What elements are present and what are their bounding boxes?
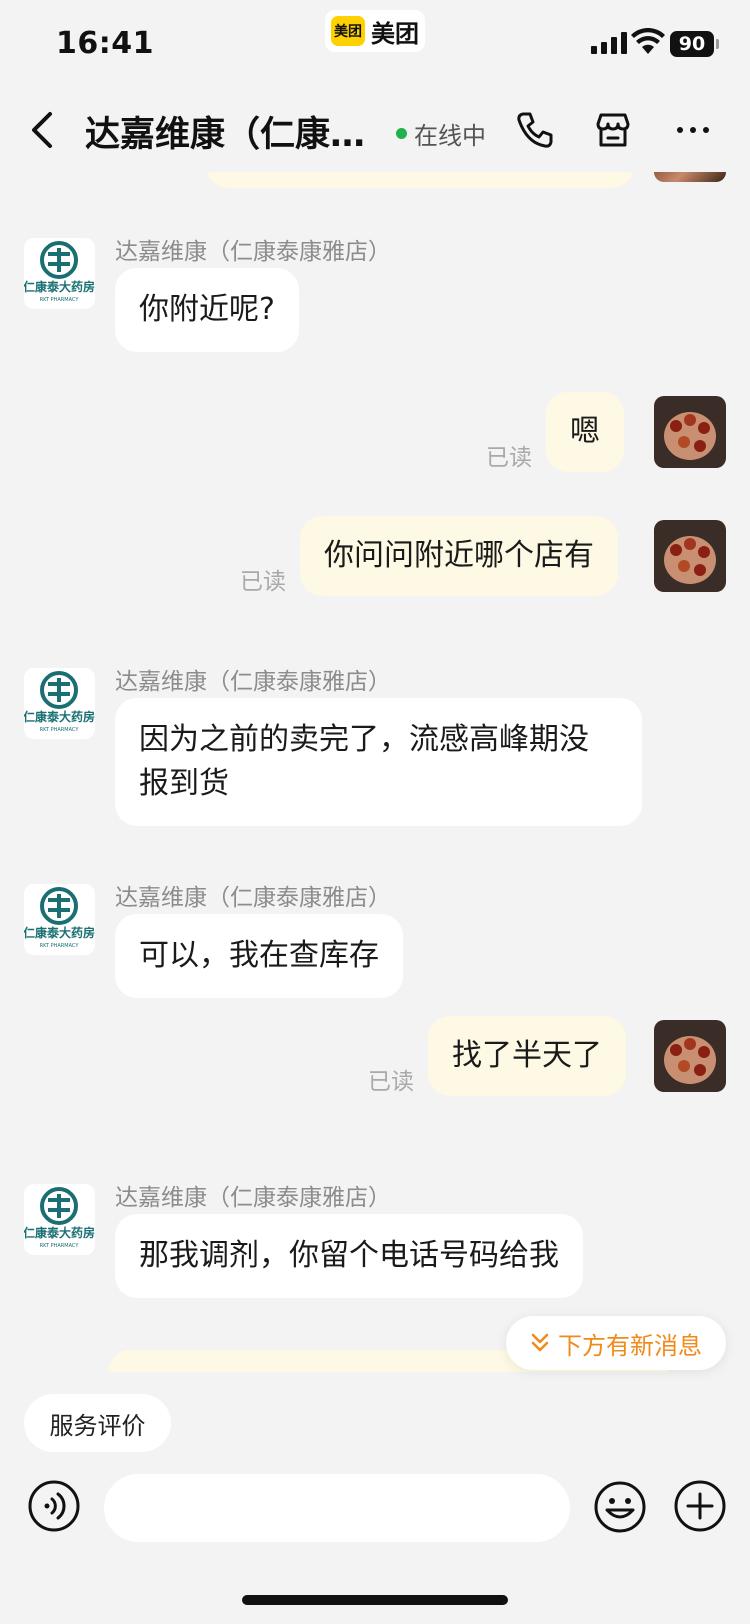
- message-bubble-user[interactable]: 找了半天了: [428, 1016, 626, 1096]
- message-input[interactable]: [104, 1474, 570, 1542]
- voice-icon[interactable]: [28, 1480, 80, 1532]
- online-dot-icon: [396, 128, 407, 139]
- back-icon[interactable]: [26, 108, 62, 152]
- shop-avatar[interactable]: 仁康泰大药房 RKT PHARMACY: [24, 668, 95, 739]
- store-icon[interactable]: [593, 110, 633, 150]
- service-rating-button[interactable]: 服务评价: [24, 1394, 171, 1452]
- cellular-signal-icon: [591, 32, 627, 54]
- shop-avatar[interactable]: 仁康泰大药房 RKT PHARMACY: [24, 1184, 95, 1255]
- user-avatar-image: [654, 396, 726, 468]
- sender-name: 达嘉维康（仁康泰康雅店）: [115, 239, 391, 265]
- svg-text:RKT PHARMACY: RKT PHARMACY: [40, 297, 80, 303]
- battery-tip: [716, 39, 719, 49]
- shop-avatar[interactable]: 仁康泰大药房 RKT PHARMACY: [24, 238, 95, 309]
- battery-icon: 90: [670, 31, 714, 57]
- status-bar: 16:41 美团 美团 90: [0, 0, 750, 88]
- svg-text:RKT PHARMACY: RKT PHARMACY: [40, 727, 80, 733]
- read-label: 已读: [240, 569, 286, 595]
- online-status-text: 在线中: [414, 122, 486, 150]
- pharmacy-logo-icon: 仁康泰大药房 RKT PHARMACY: [24, 671, 95, 733]
- pharmacy-logo-icon: 仁康泰大药房 RKT PHARMACY: [24, 887, 95, 949]
- chat-message-list[interactable]: 已读 仁康泰大药房 RKT PHARMACY 达嘉维康（仁康泰康雅店） 你附近呢…: [0, 150, 750, 1372]
- chat-header: 达嘉维康（仁康… 在线中: [0, 88, 750, 172]
- shop-avatar[interactable]: 仁康泰大药房 RKT PHARMACY: [24, 884, 95, 955]
- svg-text:仁康泰大药房: 仁康泰大药房: [24, 925, 95, 940]
- emoji-icon[interactable]: [593, 1480, 647, 1534]
- user-avatar[interactable]: [654, 1020, 726, 1092]
- svg-text:RKT PHARMACY: RKT PHARMACY: [40, 1243, 80, 1249]
- user-avatar-image: [654, 1020, 726, 1092]
- message-bubble-shop[interactable]: 那我调剂，你留个电话号码给我: [115, 1214, 583, 1298]
- online-status: 在线中: [396, 116, 486, 151]
- svg-text:仁康泰大药房: 仁康泰大药房: [24, 279, 95, 294]
- svg-text:仁康泰大药房: 仁康泰大药房: [24, 1225, 95, 1240]
- message-bubble-user[interactable]: 你问问附近哪个店有: [300, 516, 618, 596]
- message-bubble-shop[interactable]: 可以，我在查库存: [115, 914, 403, 998]
- message-text-line: 因为之前的卖完了，流感高峰期没: [139, 722, 589, 757]
- home-indicator: [242, 1595, 508, 1605]
- phone-icon[interactable]: [515, 110, 555, 150]
- user-avatar-image: [654, 520, 726, 592]
- sender-name: 达嘉维康（仁康泰康雅店）: [115, 1185, 391, 1211]
- wifi-icon: [631, 28, 665, 54]
- status-time: 16:41: [56, 26, 154, 61]
- app-badge[interactable]: 美团 美团: [325, 10, 425, 52]
- chat-title[interactable]: 达嘉维康（仁康…: [85, 106, 380, 157]
- user-avatar[interactable]: [654, 520, 726, 592]
- svg-text:仁康泰大药房: 仁康泰大药房: [24, 709, 95, 724]
- message-bubble-user[interactable]: 嗯: [546, 392, 624, 472]
- sender-name: 达嘉维康（仁康泰康雅店）: [115, 669, 391, 695]
- pharmacy-logo-icon: 仁康泰大药房 RKT PHARMACY: [24, 241, 95, 303]
- more-icon[interactable]: [673, 110, 713, 150]
- message-bubble-shop[interactable]: 你附近呢?: [115, 268, 299, 352]
- meituan-logo-icon: 美团: [331, 16, 365, 46]
- app-badge-text: 美团: [371, 19, 419, 48]
- read-label: 已读: [368, 1069, 414, 1095]
- sender-name: 达嘉维康（仁康泰康雅店）: [115, 885, 391, 911]
- new-message-label: 下方有新消息: [558, 1331, 702, 1360]
- double-chevron-down-icon: [531, 1333, 549, 1352]
- input-bar: [0, 1470, 750, 1550]
- message-bubble-shop[interactable]: 因为之前的卖完了，流感高峰期没 报到货: [115, 698, 642, 826]
- read-label: 已读: [486, 445, 532, 471]
- svg-text:RKT PHARMACY: RKT PHARMACY: [40, 943, 80, 949]
- new-message-button[interactable]: 下方有新消息: [506, 1316, 726, 1370]
- pharmacy-logo-icon: 仁康泰大药房 RKT PHARMACY: [24, 1187, 95, 1249]
- user-avatar[interactable]: [654, 396, 726, 468]
- plus-icon[interactable]: [674, 1480, 726, 1532]
- message-text-line: 报到货: [139, 766, 229, 801]
